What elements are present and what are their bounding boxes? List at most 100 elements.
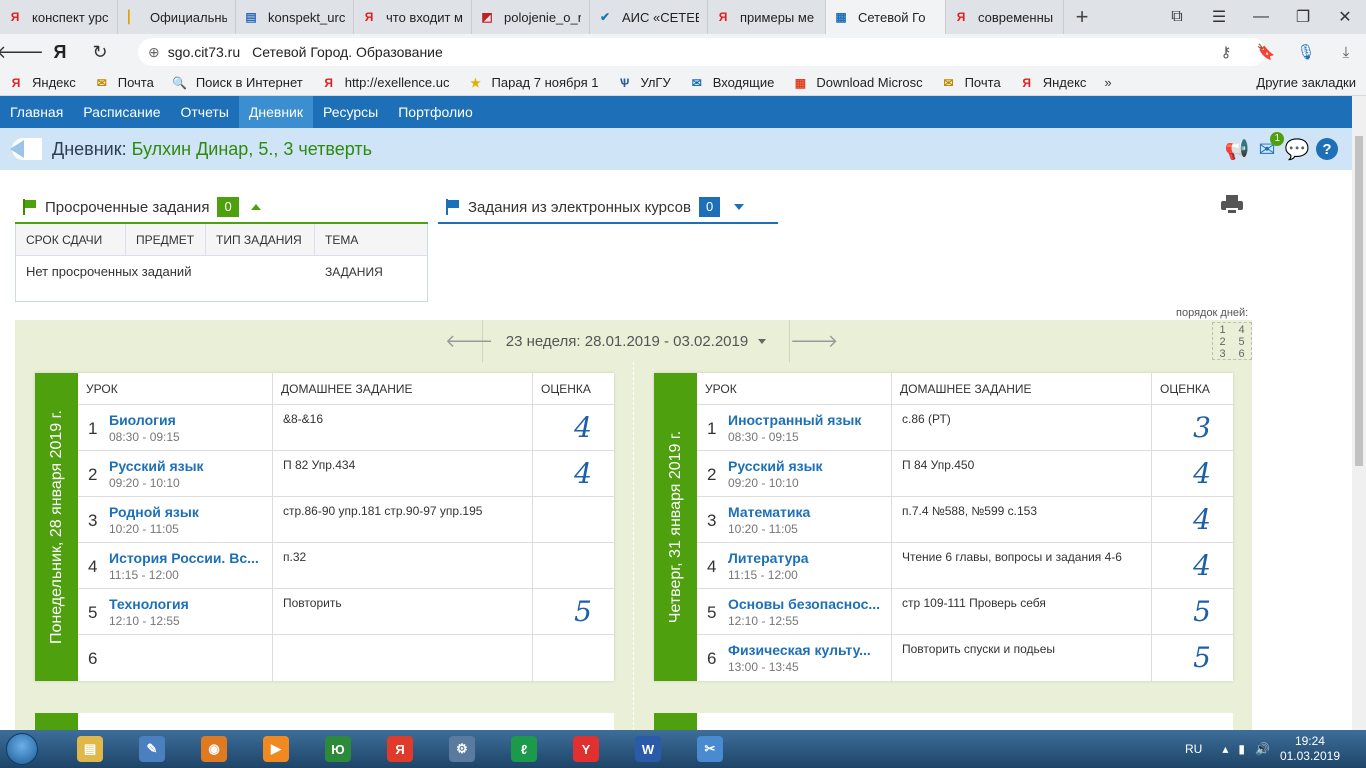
url-field[interactable]: ⊕ sgo.cit73.ru Сетевой Город. Образовани… [138, 38, 1266, 66]
taskbar-app[interactable]: ✂ [680, 731, 740, 767]
yandex-home-icon[interactable]: Я [40, 34, 80, 70]
mark-value[interactable]: 3 [1193, 411, 1211, 444]
bookmark-item[interactable]: ✉ Почта [94, 75, 154, 91]
browser-tab[interactable]: ✔ АИС «СЕТЕВС [590, 0, 708, 34]
other-bookmarks[interactable]: Другие закладки [1256, 75, 1356, 90]
scrollbar-thumb[interactable] [1355, 136, 1363, 466]
back-arrow-icon[interactable] [10, 138, 42, 160]
clock[interactable]: 19:24 01.03.2019 [1280, 734, 1340, 764]
mail-icon[interactable]: ✉ 1 [1252, 132, 1284, 162]
tray-arrow-icon[interactable]: ▴ [1222, 742, 1228, 756]
taskbar-app[interactable]: ▶ [246, 731, 306, 767]
mark-value[interactable]: 5 [574, 595, 592, 628]
taskbar-app[interactable]: ✎ [122, 731, 182, 767]
help-icon[interactable]: ? [1312, 136, 1342, 162]
mark-value[interactable]: 4 [574, 457, 592, 490]
nav-item[interactable]: Отчеты [170, 96, 238, 128]
maximize-button[interactable]: ❐ [1282, 0, 1324, 34]
lesson-link[interactable]: Иностранный язык [728, 412, 886, 428]
minimize-button[interactable]: — [1240, 0, 1282, 34]
nav-item[interactable]: Расписание [73, 96, 170, 128]
week-selector[interactable]: 23 неделя: 28.01.2019 - 03.02.2019 [483, 333, 789, 350]
lesson-link[interactable]: Технология [109, 596, 267, 612]
collapse-icon[interactable] [250, 204, 261, 210]
bookmark-item[interactable]: 🔍 Поиск в Интернет [172, 75, 302, 91]
taskbar-app[interactable]: Я [370, 731, 430, 767]
taskbar-app[interactable]: ▤ [60, 731, 120, 767]
bookmark-item[interactable]: Ѱ УлГУ [616, 75, 671, 91]
nav-item[interactable]: Главная [0, 96, 73, 128]
menu-icon[interactable]: ☰ [1198, 0, 1240, 34]
lesson-link[interactable]: Русский язык [728, 458, 886, 474]
close-button[interactable]: ✕ [1324, 0, 1366, 34]
taskbar-app[interactable]: W [618, 731, 678, 767]
mark-value[interactable]: 5 [1193, 595, 1211, 628]
column-header[interactable]: СРОК СДАЧИ [16, 224, 126, 255]
mark-value[interactable]: 4 [574, 411, 592, 444]
bookmark-item[interactable]: Я Яндекс [8, 75, 76, 91]
document-icon: ▏ [128, 10, 138, 24]
next-week-button[interactable]: 🡒 [789, 320, 838, 362]
taskbar-app[interactable]: Ю [308, 731, 368, 767]
lesson-link[interactable]: Русский язык [109, 458, 267, 474]
site-info-icon[interactable]: ⊕ [148, 44, 160, 61]
bookmark-item[interactable]: Яhttp://exellence.uc [321, 75, 449, 91]
mark-value[interactable]: 4 [1193, 503, 1211, 536]
browser-tab[interactable]: Ясовременны [946, 0, 1064, 34]
downloads-icon[interactable]: ⤓ [1326, 44, 1366, 61]
browser-tab[interactable]: Яконспект урс [0, 0, 118, 34]
bookmarks-more-button[interactable]: » [1104, 75, 1111, 90]
printer-icon[interactable] [1221, 195, 1243, 215]
courses-header[interactable]: Задания из электронных курсов 0 [438, 192, 778, 224]
volume-icon[interactable]: 🔊 [1255, 742, 1270, 756]
column-header[interactable]: ТИП ЗАДАНИЯ [206, 224, 315, 255]
tab-manager-icon[interactable]: ⧉ [1156, 0, 1198, 34]
prev-week-button[interactable]: 🡐 [445, 320, 493, 362]
nav-item[interactable]: Портфолио [388, 96, 483, 128]
chat-icon[interactable]: 💬 [1282, 136, 1312, 162]
network-icon[interactable]: ▮ [1238, 742, 1245, 756]
taskbar-app[interactable]: Y [556, 731, 616, 767]
bookmark-item[interactable]: Я Яндекс [1019, 75, 1086, 91]
lesson-link[interactable]: История России. Вс... [109, 550, 267, 566]
bookmark-item[interactable]: ✉ Почта [941, 75, 1001, 91]
taskbar-app[interactable]: ⚙ [432, 731, 492, 767]
megaphone-icon[interactable]: 📢 [1222, 136, 1252, 162]
expand-icon[interactable] [734, 204, 745, 210]
nav-item[interactable]: Ресурсы [313, 96, 388, 128]
reload-button[interactable]: ↻ [80, 34, 120, 70]
start-button[interactable] [0, 730, 44, 768]
browser-tab[interactable]: Ячто входит м [354, 0, 472, 34]
mark-value[interactable]: 5 [1193, 641, 1211, 674]
browser-tab[interactable]: ▦ Сетевой Го [826, 0, 946, 34]
days-order-toggle[interactable]: 1 4 2 5 3 6 [1212, 322, 1252, 360]
lesson-link[interactable]: Литература [728, 550, 886, 566]
column-header[interactable]: ТЕМА ЗАДАНИЯ [315, 224, 427, 279]
browser-tab[interactable]: Япримеры ме [708, 0, 826, 34]
mark-value[interactable]: 4 [1193, 549, 1211, 582]
browser-tab[interactable]: ▏ Официальны [118, 0, 236, 34]
taskbar-app[interactable]: ◉ [184, 731, 244, 767]
microphone-icon[interactable]: 🎙 [1286, 43, 1326, 61]
lesson-link[interactable]: Биология [109, 412, 267, 428]
bookmark-item[interactable]: ▦ Download Microsc [792, 75, 923, 91]
page-scrollbar[interactable] [1352, 96, 1366, 730]
taskbar-app[interactable]: ℓ [494, 731, 554, 767]
bookmark-item[interactable]: ✉ Входящие [689, 75, 775, 91]
lesson-link[interactable]: Математика [728, 504, 886, 520]
new-tab-button[interactable]: + [1064, 0, 1100, 34]
bookmark-item[interactable]: ★ Парад 7 ноября 1 [468, 75, 598, 91]
key-icon[interactable]: ⚷ [1206, 43, 1246, 61]
lesson-link[interactable]: Основы безопаснос... [728, 596, 886, 612]
lesson-link[interactable]: Родной язык [109, 504, 267, 520]
bookmark-icon[interactable]: 🔖 [1246, 43, 1286, 61]
language-indicator[interactable]: RU [1185, 742, 1202, 756]
back-button[interactable]: 🡐 [0, 34, 44, 70]
overdue-header[interactable]: Просроченные задания 0 [15, 192, 428, 224]
browser-tab[interactable]: ◩ polojenie_o_r [472, 0, 590, 34]
mark-value[interactable]: 4 [1193, 457, 1211, 490]
nav-item[interactable]: Дневник [238, 96, 314, 128]
lesson-link[interactable]: Физическая культу... [728, 642, 886, 658]
browser-tab[interactable]: ▤ konspekt_urc [236, 0, 354, 34]
column-header[interactable]: ПРЕДМЕТ [126, 224, 206, 255]
